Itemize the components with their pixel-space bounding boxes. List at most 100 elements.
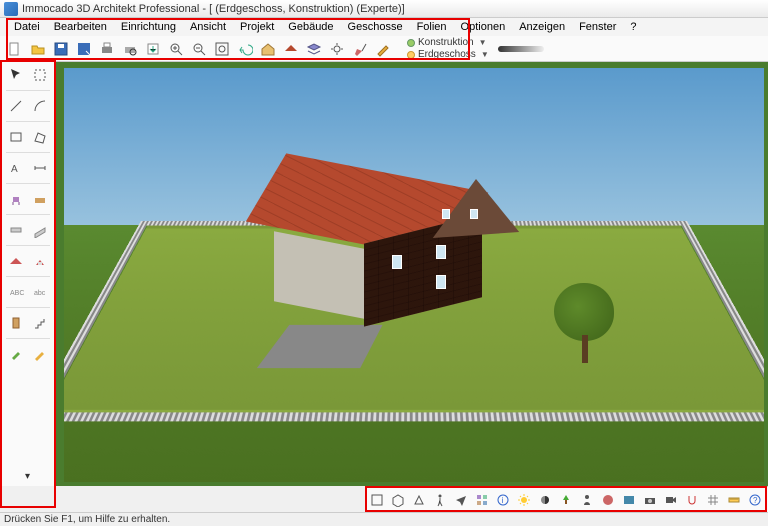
new-icon[interactable] [4,38,26,60]
tree-crown [554,283,614,341]
window [436,275,446,289]
chevron-down-icon: ▼ [479,38,487,47]
line-icon[interactable] [5,95,27,117]
render-icon[interactable] [619,490,639,510]
zoom-fit-icon[interactable] [211,38,233,60]
menu-bearbeiten[interactable]: Bearbeiten [48,20,113,34]
layer-label: Konstruktion [418,37,474,48]
shadow-icon[interactable] [535,490,555,510]
dormer-icon[interactable] [29,250,51,272]
open-icon[interactable] [27,38,49,60]
info-icon[interactable]: i [493,490,513,510]
picker-icon[interactable] [29,343,51,365]
house-model [274,159,554,325]
save-icon[interactable] [50,38,72,60]
chair-icon[interactable] [5,188,27,210]
window [392,255,402,269]
measure-icon[interactable] [724,490,744,510]
left-toolbar: A ABC abc ▾ [0,62,56,486]
pencil-icon[interactable] [372,38,394,60]
layer-label: Erdgeschoss [418,49,476,60]
menu-bar: Datei Bearbeiten Einrichtung Ansicht Pro… [0,18,768,36]
toolbar-top: Konstruktion ▼ Erdgeschoss ▼ [0,36,768,62]
window [436,245,446,259]
snap-icon[interactable] [682,490,702,510]
save-as-icon[interactable] [73,38,95,60]
grid-icon[interactable] [703,490,723,510]
menu-geschosse[interactable]: Geschosse [342,20,409,34]
arc-icon[interactable] [29,95,51,117]
sun-icon[interactable] [514,490,534,510]
print-preview-icon[interactable] [119,38,141,60]
svg-text:ABC: ABC [10,290,24,297]
view-persp-icon[interactable] [409,490,429,510]
help-icon[interactable]: ? [745,490,765,510]
brush-icon[interactable] [349,38,371,60]
svg-text:abc: abc [34,290,46,297]
pointer-icon[interactable] [5,64,27,86]
viewport-3d[interactable] [56,62,768,486]
export-icon[interactable] [142,38,164,60]
menu-gebaeude[interactable]: Gebäude [282,20,339,34]
rect-icon[interactable] [5,126,27,148]
menu-ansicht[interactable]: Ansicht [184,20,232,34]
tree-model [554,283,614,363]
title-bar: Immocado 3D Architekt Professional - [ (… [0,0,768,18]
layer-dot-icon [407,51,415,59]
fly-icon[interactable] [451,490,471,510]
house-icon[interactable] [257,38,279,60]
material-icon[interactable] [598,490,618,510]
menu-fenster[interactable]: Fenster [573,20,622,34]
status-bar: Drücken Sie F1, um Hilfe zu erhalten. [0,512,768,526]
layer-dropdowns: Konstruktion ▼ Erdgeschoss ▼ [407,37,489,60]
wall-icon[interactable] [5,219,27,241]
menu-anzeigen[interactable]: Anzeigen [513,20,571,34]
chevron-down-icon: ▼ [481,50,489,59]
print-icon[interactable] [96,38,118,60]
menu-einrichtung[interactable]: Einrichtung [115,20,182,34]
view-3d-icon[interactable] [388,490,408,510]
poly-icon[interactable] [29,126,51,148]
expand-tools-icon[interactable]: ▾ [25,471,30,482]
window-title: Immocado 3D Architekt Professional - [ (… [22,3,405,15]
tree-icon[interactable] [556,490,576,510]
paint-icon[interactable] [5,343,27,365]
camera-icon[interactable] [640,490,660,510]
menu-projekt[interactable]: Projekt [234,20,280,34]
house-gable [433,176,519,238]
view-2d-icon[interactable] [367,490,387,510]
tree-trunk [582,335,588,363]
video-icon[interactable] [661,490,681,510]
roof-icon[interactable] [280,38,302,60]
brightness-slider[interactable] [498,46,544,52]
text-icon[interactable]: A [5,157,27,179]
roof-tool-icon[interactable] [5,250,27,272]
layer-dropdown-konstruktion[interactable]: Konstruktion ▼ [407,37,489,48]
walk-icon[interactable] [430,490,450,510]
undo-icon[interactable] [234,38,256,60]
settings-icon[interactable] [326,38,348,60]
stairs-icon[interactable] [29,312,51,334]
layer-dropdown-erdgeschoss[interactable]: Erdgeschoss ▼ [407,49,489,60]
layers-icon[interactable] [303,38,325,60]
layer-dot-icon [407,39,415,47]
window [470,209,478,219]
furniture-icon[interactable] [29,188,51,210]
menu-datei[interactable]: Datei [8,20,46,34]
menu-folien[interactable]: Folien [411,20,453,34]
door-icon[interactable] [5,312,27,334]
menu-optionen[interactable]: Optionen [455,20,512,34]
person-icon[interactable] [577,490,597,510]
label-icon[interactable]: ABC [5,281,27,303]
label-alt-icon[interactable]: abc [29,281,51,303]
zoom-out-icon[interactable] [188,38,210,60]
app-icon [4,2,18,16]
svg-text:?: ? [753,496,758,505]
dimension-icon[interactable] [29,157,51,179]
bottom-toolbar: i ? [365,486,768,512]
select-area-icon[interactable] [29,64,51,86]
zoom-in-icon[interactable] [165,38,187,60]
catalog-icon[interactable] [472,490,492,510]
wall-alt-icon[interactable] [29,219,51,241]
menu-help[interactable]: ? [624,20,642,34]
